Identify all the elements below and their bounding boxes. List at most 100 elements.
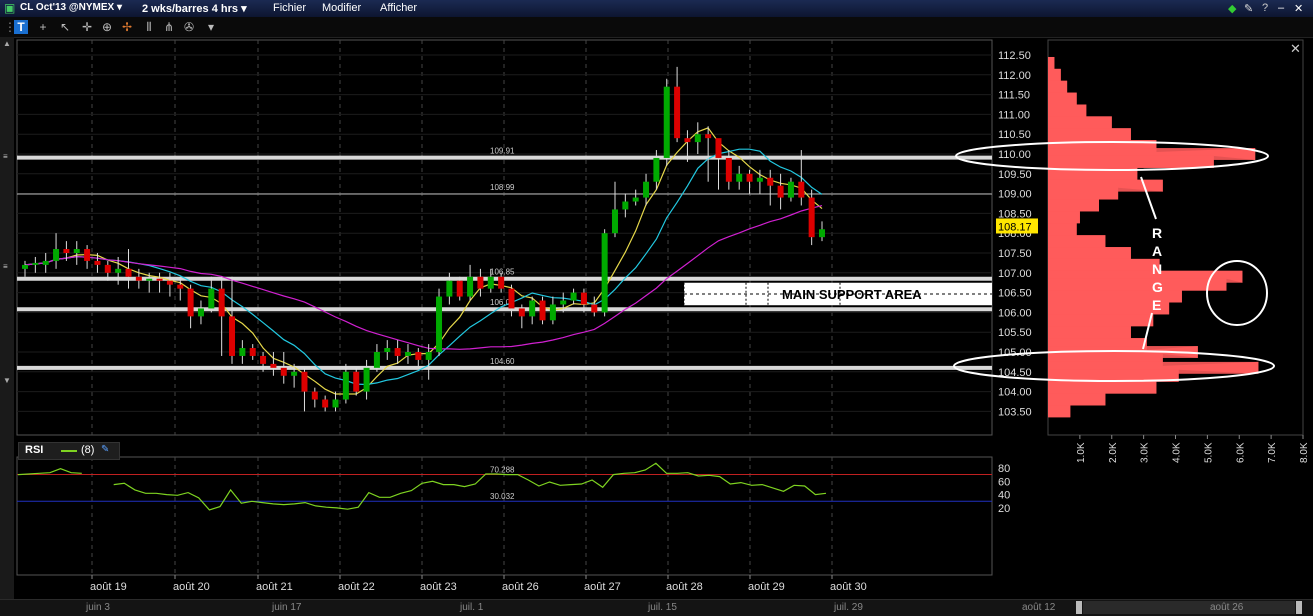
candle-body[interactable] <box>549 304 556 321</box>
candle-body[interactable] <box>787 181 794 198</box>
symbol-selector[interactable]: CL Oct'13 @NYMEX ▾ <box>20 2 122 13</box>
candle-body[interactable] <box>487 276 494 289</box>
candle-body[interactable] <box>611 209 618 234</box>
candle-body[interactable] <box>725 157 732 182</box>
profile-bar[interactable] <box>1048 247 1131 259</box>
profile-bar[interactable] <box>1048 258 1160 271</box>
bar-style-icon[interactable]: ⫴ <box>142 20 156 34</box>
candle-body[interactable] <box>322 399 329 408</box>
profile-bar[interactable] <box>1048 405 1071 418</box>
candle-body[interactable] <box>819 229 825 238</box>
candle-body[interactable] <box>746 173 753 182</box>
candle-body[interactable] <box>156 278 163 281</box>
candle-body[interactable] <box>53 249 60 261</box>
candle-body[interactable] <box>373 352 380 368</box>
profile-bar[interactable] <box>1048 116 1112 129</box>
candle-body[interactable] <box>301 371 308 392</box>
menu-modifier[interactable]: Modifier <box>322 2 361 14</box>
candle-body[interactable] <box>84 249 91 261</box>
candle-body[interactable] <box>270 363 277 368</box>
candle-body[interactable] <box>580 292 587 305</box>
candle-body[interactable] <box>125 268 132 277</box>
close-icon[interactable]: ✕ <box>1290 41 1301 57</box>
profile-bar[interactable] <box>1048 211 1080 224</box>
candle-body[interactable] <box>22 264 28 269</box>
candle-body[interactable] <box>529 300 536 317</box>
draw-cross-icon[interactable]: ✢ <box>120 20 134 34</box>
settings-icon[interactable]: ✇ <box>182 20 196 34</box>
candle-body[interactable] <box>570 292 577 301</box>
candle-body[interactable] <box>560 300 567 305</box>
candle-body[interactable] <box>104 264 111 273</box>
candle-body[interactable] <box>115 268 122 273</box>
candle-body[interactable] <box>715 138 722 158</box>
candle-body[interactable] <box>342 371 349 400</box>
profile-bar[interactable] <box>1048 326 1131 339</box>
plus-icon[interactable]: + <box>36 20 50 34</box>
candle-body[interactable] <box>508 288 515 309</box>
candle-body[interactable] <box>187 288 194 317</box>
candle-body[interactable] <box>218 288 225 317</box>
candle-body[interactable] <box>311 391 318 400</box>
candle-body[interactable] <box>694 134 701 143</box>
profile-bar[interactable] <box>1048 381 1157 394</box>
candle-body[interactable] <box>591 304 598 313</box>
scroll-handle-icon[interactable]: ≡ <box>3 152 8 161</box>
candle-body[interactable] <box>353 371 360 392</box>
candle-body[interactable] <box>446 280 453 297</box>
scroll-handle-icon[interactable]: ≡ <box>3 262 8 271</box>
candle-body[interactable] <box>736 173 743 182</box>
timeframe-selector[interactable]: 2 wks/barres 4 hrs ▾ <box>142 2 247 15</box>
candle-body[interactable] <box>177 284 184 289</box>
candle-body[interactable] <box>477 276 484 289</box>
t-icon[interactable]: T <box>14 20 28 34</box>
profile-bar[interactable] <box>1048 187 1119 200</box>
profile-bar[interactable] <box>1048 128 1131 141</box>
minimize-icon[interactable]: – <box>1278 2 1284 14</box>
candle-body[interactable] <box>404 352 411 356</box>
candle-body[interactable] <box>146 278 153 281</box>
time-scrollbar[interactable]: juin 3 juin 17 juil. 1 juil. 15 juil. 29… <box>0 599 1313 616</box>
help-icon[interactable]: ? <box>1262 2 1268 14</box>
candle-body[interactable] <box>197 308 204 317</box>
candle-body[interactable] <box>436 296 443 352</box>
candle-body[interactable] <box>208 288 215 309</box>
candle-body[interactable] <box>518 308 525 317</box>
candle-body[interactable] <box>63 249 70 253</box>
menu-fichier[interactable]: Fichier <box>273 2 306 14</box>
candle-body[interactable] <box>332 399 339 408</box>
candle-body[interactable] <box>767 177 774 186</box>
candle-body[interactable] <box>425 352 432 360</box>
scroll-window[interactable] <box>1083 601 1295 614</box>
candle-body[interactable] <box>777 185 784 198</box>
candle-body[interactable] <box>166 280 173 285</box>
candle-body[interactable] <box>684 138 691 143</box>
cursor-icon[interactable]: ↖ <box>58 20 72 34</box>
menu-afficher[interactable]: Afficher <box>380 2 417 14</box>
profile-bar[interactable] <box>1048 223 1077 236</box>
candle-body[interactable] <box>249 348 256 356</box>
zoom-in-icon[interactable]: ⊕ <box>100 20 114 34</box>
crosshair-icon[interactable]: ✛ <box>80 20 94 34</box>
profile-bar[interactable] <box>1048 56 1055 69</box>
dropdown-icon[interactable]: ▾ <box>204 20 218 34</box>
candle-body[interactable] <box>632 197 639 202</box>
paint-icon[interactable]: ✎ <box>101 444 109 455</box>
candle-body[interactable] <box>280 367 287 376</box>
profile-bar[interactable] <box>1048 155 1214 168</box>
candle-body[interactable] <box>601 233 608 313</box>
candle-body[interactable] <box>539 300 546 321</box>
candle-body[interactable] <box>456 280 463 297</box>
candle-body[interactable] <box>498 276 505 289</box>
candle-body[interactable] <box>808 197 815 238</box>
close-icon[interactable]: ✕ <box>1294 2 1303 15</box>
candle-body[interactable] <box>73 249 80 253</box>
candle-body[interactable] <box>32 262 39 265</box>
indicator-icon[interactable]: ⋔ <box>162 20 176 34</box>
shield-icon[interactable]: ◆ <box>1228 2 1236 15</box>
candle-body[interactable] <box>384 348 391 352</box>
candle-body[interactable] <box>363 367 370 392</box>
candle-body[interactable] <box>674 86 681 139</box>
candle-body[interactable] <box>705 134 712 139</box>
candle-body[interactable] <box>239 348 246 356</box>
